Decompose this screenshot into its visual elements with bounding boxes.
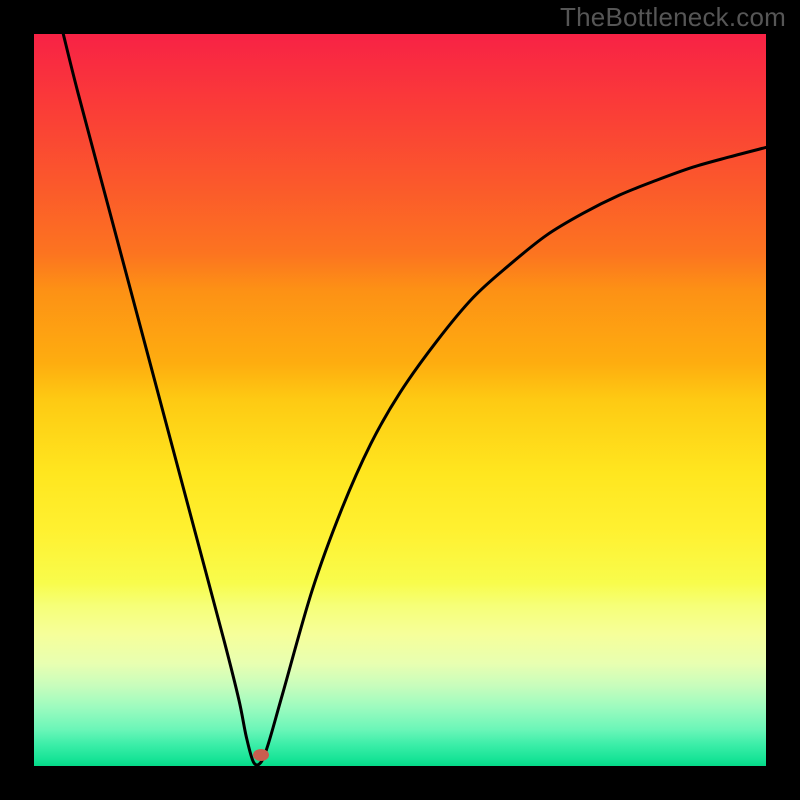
watermark-text: TheBottleneck.com [560, 2, 786, 33]
bottleneck-curve [34, 34, 766, 766]
chart-container: TheBottleneck.com [0, 0, 800, 800]
sweet-spot-marker [253, 749, 269, 761]
plot-area [34, 34, 766, 766]
